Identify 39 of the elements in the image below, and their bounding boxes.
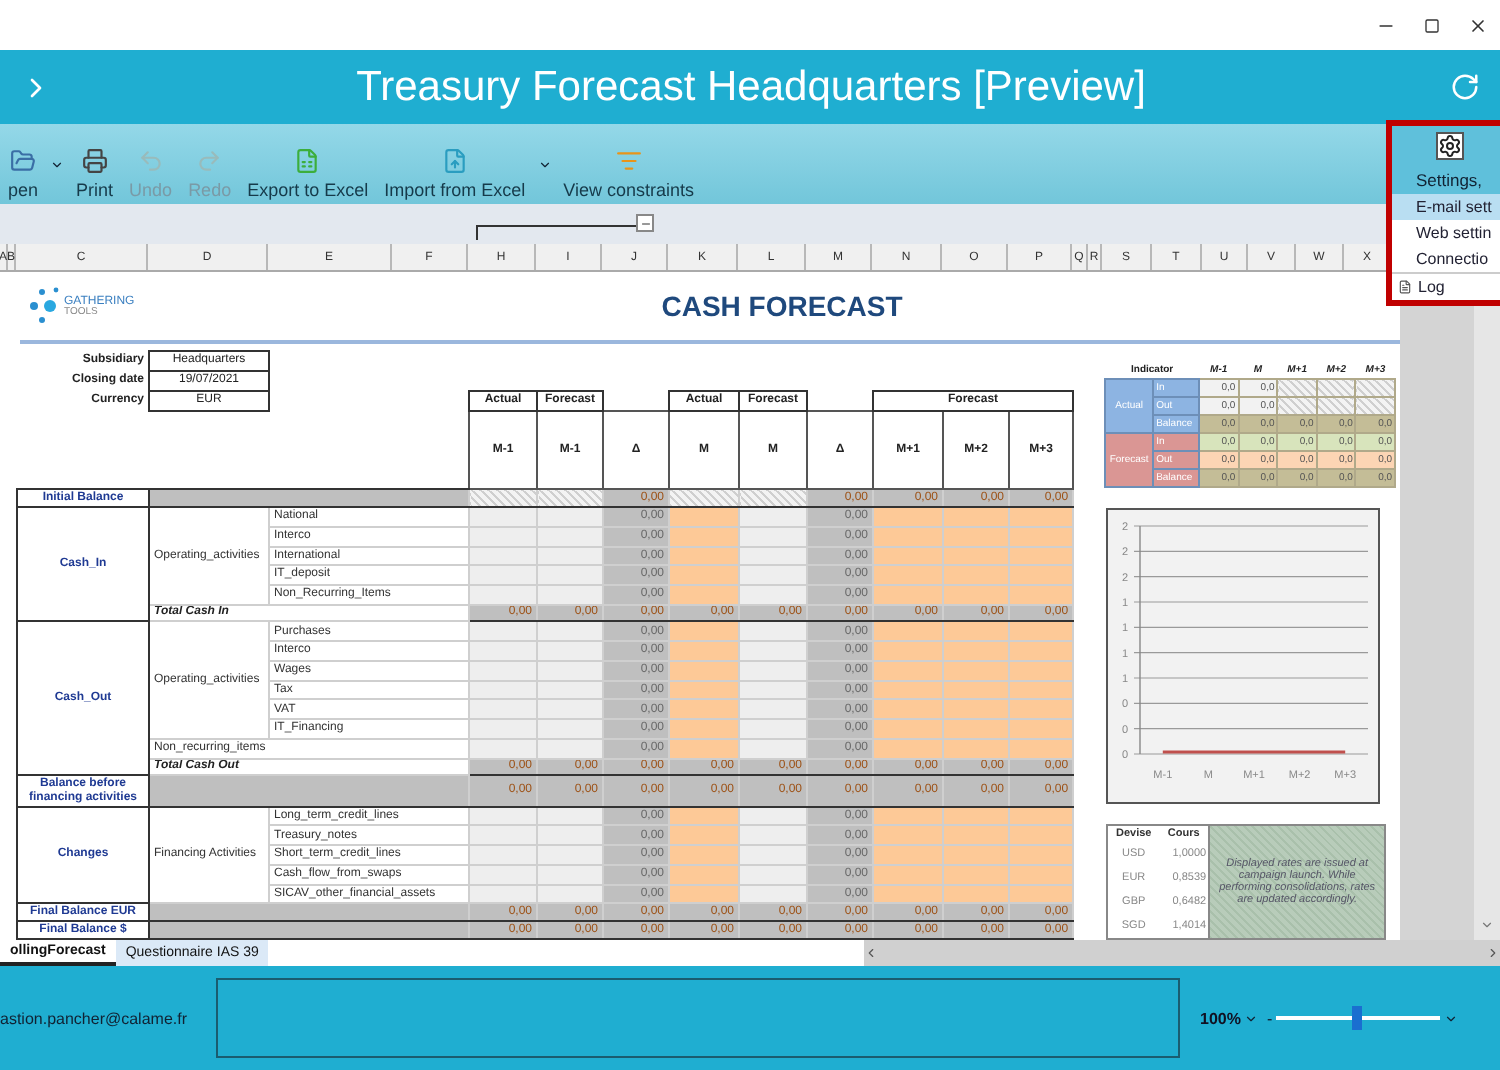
log-icon: [1398, 280, 1412, 294]
minus-icon: [639, 217, 651, 229]
horizontal-scrollbar[interactable]: [864, 940, 1500, 966]
caret-icon[interactable]: [1244, 1011, 1259, 1025]
tool-icon: [196, 148, 223, 174]
zoom-level[interactable]: 100%: [1200, 1009, 1241, 1027]
toolbar-button[interactable]: Export to Excel: [239, 124, 377, 204]
scroll-down-icon[interactable]: [1480, 918, 1494, 932]
scroll-left-icon[interactable]: [864, 946, 878, 960]
menu-item[interactable]: Log: [1392, 272, 1500, 300]
caret-icon[interactable]: [1444, 1011, 1459, 1025]
tool-icon: [10, 148, 37, 174]
outline-bracket-icon: [476, 224, 636, 240]
dots-logo-icon: [28, 286, 60, 326]
zoom-out-button[interactable]: -: [1262, 1009, 1277, 1027]
refresh-icon[interactable]: [1450, 72, 1480, 102]
sheet-title: CASH FORECAST: [659, 290, 905, 322]
slider-thumb[interactable]: [1352, 1006, 1363, 1030]
settings-button[interactable]: Settings,: [1392, 126, 1500, 194]
maximize-icon[interactable]: [1424, 17, 1440, 33]
menu-item[interactable]: E-mail sett: [1392, 194, 1500, 220]
caret-icon[interactable]: [537, 157, 552, 171]
toolbar-button[interactable]: pen: [0, 124, 47, 204]
toolbar-button[interactable]: Print: [68, 124, 122, 204]
settings-icon: [1435, 132, 1463, 160]
tool-icon: [615, 148, 642, 174]
toolbar-button[interactable]: Import from Excel: [376, 124, 534, 204]
tool-icon: [137, 148, 164, 174]
tool-icon: [294, 148, 321, 174]
window-title: Treasury Forecast Headquarters [Preview]: [354, 63, 1148, 111]
tool-icon: [441, 148, 468, 174]
toolbar-button[interactable]: View constraints: [555, 124, 702, 204]
collapse-button[interactable]: [636, 214, 654, 232]
user-email: astion.pancher@calame.fr: [0, 1009, 189, 1027]
scroll-right-icon[interactable]: [1486, 946, 1500, 960]
caret-icon[interactable]: [50, 157, 65, 171]
input-field[interactable]: [216, 978, 1180, 1058]
close-icon[interactable]: [1468, 15, 1488, 35]
tool-icon: [81, 148, 108, 174]
